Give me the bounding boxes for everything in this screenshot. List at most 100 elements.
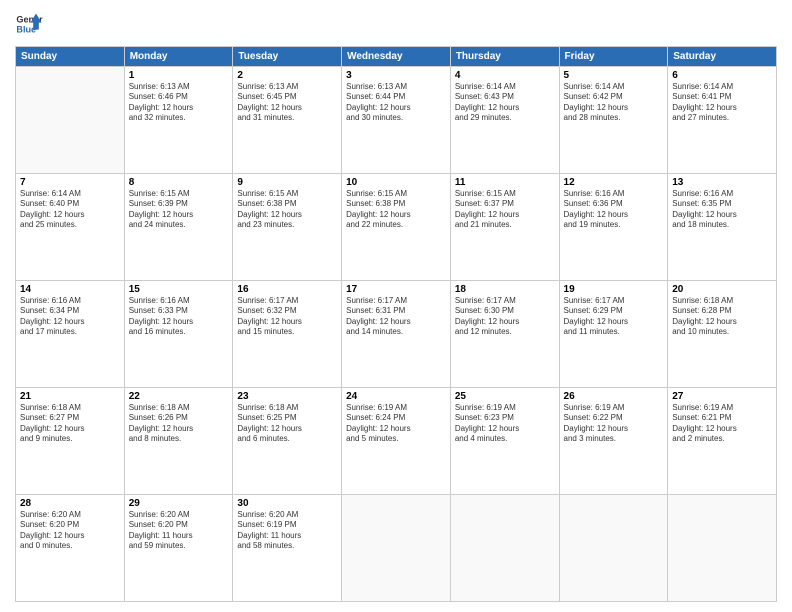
calendar-cell: 4Sunrise: 6:14 AM Sunset: 6:43 PM Daylig… bbox=[450, 67, 559, 174]
col-header-thursday: Thursday bbox=[450, 47, 559, 67]
cell-details: Sunrise: 6:16 AM Sunset: 6:33 PM Dayligh… bbox=[129, 296, 229, 338]
calendar-cell: 21Sunrise: 6:18 AM Sunset: 6:27 PM Dayli… bbox=[16, 388, 125, 495]
cell-details: Sunrise: 6:17 AM Sunset: 6:31 PM Dayligh… bbox=[346, 296, 446, 338]
cell-details: Sunrise: 6:16 AM Sunset: 6:35 PM Dayligh… bbox=[672, 189, 772, 231]
calendar-cell: 26Sunrise: 6:19 AM Sunset: 6:22 PM Dayli… bbox=[559, 388, 668, 495]
cell-details: Sunrise: 6:19 AM Sunset: 6:23 PM Dayligh… bbox=[455, 403, 555, 445]
cell-details: Sunrise: 6:19 AM Sunset: 6:24 PM Dayligh… bbox=[346, 403, 446, 445]
day-number: 10 bbox=[346, 177, 446, 188]
cell-details: Sunrise: 6:14 AM Sunset: 6:42 PM Dayligh… bbox=[564, 82, 664, 124]
cell-details: Sunrise: 6:19 AM Sunset: 6:21 PM Dayligh… bbox=[672, 403, 772, 445]
cell-details: Sunrise: 6:14 AM Sunset: 6:43 PM Dayligh… bbox=[455, 82, 555, 124]
calendar-cell: 18Sunrise: 6:17 AM Sunset: 6:30 PM Dayli… bbox=[450, 281, 559, 388]
col-header-monday: Monday bbox=[124, 47, 233, 67]
calendar-cell bbox=[342, 495, 451, 602]
cell-details: Sunrise: 6:19 AM Sunset: 6:22 PM Dayligh… bbox=[564, 403, 664, 445]
cell-details: Sunrise: 6:15 AM Sunset: 6:38 PM Dayligh… bbox=[346, 189, 446, 231]
day-number: 22 bbox=[129, 391, 229, 402]
cell-details: Sunrise: 6:20 AM Sunset: 6:19 PM Dayligh… bbox=[237, 510, 337, 552]
cell-details: Sunrise: 6:18 AM Sunset: 6:25 PM Dayligh… bbox=[237, 403, 337, 445]
day-number: 24 bbox=[346, 391, 446, 402]
day-number: 2 bbox=[237, 70, 337, 81]
day-number: 23 bbox=[237, 391, 337, 402]
calendar-week-row: 14Sunrise: 6:16 AM Sunset: 6:34 PM Dayli… bbox=[16, 281, 777, 388]
day-number: 9 bbox=[237, 177, 337, 188]
calendar-cell: 17Sunrise: 6:17 AM Sunset: 6:31 PM Dayli… bbox=[342, 281, 451, 388]
day-number: 11 bbox=[455, 177, 555, 188]
day-number: 26 bbox=[564, 391, 664, 402]
day-number: 4 bbox=[455, 70, 555, 81]
calendar-cell: 13Sunrise: 6:16 AM Sunset: 6:35 PM Dayli… bbox=[668, 174, 777, 281]
col-header-wednesday: Wednesday bbox=[342, 47, 451, 67]
day-number: 13 bbox=[672, 177, 772, 188]
col-header-tuesday: Tuesday bbox=[233, 47, 342, 67]
calendar-cell: 25Sunrise: 6:19 AM Sunset: 6:23 PM Dayli… bbox=[450, 388, 559, 495]
calendar-cell: 15Sunrise: 6:16 AM Sunset: 6:33 PM Dayli… bbox=[124, 281, 233, 388]
day-number: 5 bbox=[564, 70, 664, 81]
calendar-cell: 20Sunrise: 6:18 AM Sunset: 6:28 PM Dayli… bbox=[668, 281, 777, 388]
cell-details: Sunrise: 6:13 AM Sunset: 6:46 PM Dayligh… bbox=[129, 82, 229, 124]
day-number: 8 bbox=[129, 177, 229, 188]
calendar-week-row: 28Sunrise: 6:20 AM Sunset: 6:20 PM Dayli… bbox=[16, 495, 777, 602]
calendar-cell: 14Sunrise: 6:16 AM Sunset: 6:34 PM Dayli… bbox=[16, 281, 125, 388]
svg-text:Blue: Blue bbox=[16, 24, 36, 34]
calendar-week-row: 21Sunrise: 6:18 AM Sunset: 6:27 PM Dayli… bbox=[16, 388, 777, 495]
calendar-cell: 5Sunrise: 6:14 AM Sunset: 6:42 PM Daylig… bbox=[559, 67, 668, 174]
day-number: 12 bbox=[564, 177, 664, 188]
day-number: 15 bbox=[129, 284, 229, 295]
calendar-cell: 7Sunrise: 6:14 AM Sunset: 6:40 PM Daylig… bbox=[16, 174, 125, 281]
calendar-week-row: 7Sunrise: 6:14 AM Sunset: 6:40 PM Daylig… bbox=[16, 174, 777, 281]
calendar-cell: 23Sunrise: 6:18 AM Sunset: 6:25 PM Dayli… bbox=[233, 388, 342, 495]
cell-details: Sunrise: 6:16 AM Sunset: 6:36 PM Dayligh… bbox=[564, 189, 664, 231]
calendar-cell bbox=[559, 495, 668, 602]
calendar-week-row: 1Sunrise: 6:13 AM Sunset: 6:46 PM Daylig… bbox=[16, 67, 777, 174]
cell-details: Sunrise: 6:18 AM Sunset: 6:27 PM Dayligh… bbox=[20, 403, 120, 445]
cell-details: Sunrise: 6:18 AM Sunset: 6:26 PM Dayligh… bbox=[129, 403, 229, 445]
day-number: 1 bbox=[129, 70, 229, 81]
cell-details: Sunrise: 6:17 AM Sunset: 6:29 PM Dayligh… bbox=[564, 296, 664, 338]
cell-details: Sunrise: 6:20 AM Sunset: 6:20 PM Dayligh… bbox=[20, 510, 120, 552]
calendar-cell: 8Sunrise: 6:15 AM Sunset: 6:39 PM Daylig… bbox=[124, 174, 233, 281]
calendar-cell: 10Sunrise: 6:15 AM Sunset: 6:38 PM Dayli… bbox=[342, 174, 451, 281]
calendar-cell: 16Sunrise: 6:17 AM Sunset: 6:32 PM Dayli… bbox=[233, 281, 342, 388]
day-number: 16 bbox=[237, 284, 337, 295]
cell-details: Sunrise: 6:15 AM Sunset: 6:38 PM Dayligh… bbox=[237, 189, 337, 231]
col-header-saturday: Saturday bbox=[668, 47, 777, 67]
day-number: 20 bbox=[672, 284, 772, 295]
day-number: 14 bbox=[20, 284, 120, 295]
calendar-cell: 30Sunrise: 6:20 AM Sunset: 6:19 PM Dayli… bbox=[233, 495, 342, 602]
cell-details: Sunrise: 6:20 AM Sunset: 6:20 PM Dayligh… bbox=[129, 510, 229, 552]
cell-details: Sunrise: 6:15 AM Sunset: 6:39 PM Dayligh… bbox=[129, 189, 229, 231]
col-header-friday: Friday bbox=[559, 47, 668, 67]
cell-details: Sunrise: 6:18 AM Sunset: 6:28 PM Dayligh… bbox=[672, 296, 772, 338]
cell-details: Sunrise: 6:13 AM Sunset: 6:44 PM Dayligh… bbox=[346, 82, 446, 124]
day-number: 17 bbox=[346, 284, 446, 295]
calendar-cell: 6Sunrise: 6:14 AM Sunset: 6:41 PM Daylig… bbox=[668, 67, 777, 174]
calendar-cell: 11Sunrise: 6:15 AM Sunset: 6:37 PM Dayli… bbox=[450, 174, 559, 281]
day-number: 19 bbox=[564, 284, 664, 295]
cell-details: Sunrise: 6:13 AM Sunset: 6:45 PM Dayligh… bbox=[237, 82, 337, 124]
cell-details: Sunrise: 6:15 AM Sunset: 6:37 PM Dayligh… bbox=[455, 189, 555, 231]
calendar-cell: 24Sunrise: 6:19 AM Sunset: 6:24 PM Dayli… bbox=[342, 388, 451, 495]
calendar-cell: 27Sunrise: 6:19 AM Sunset: 6:21 PM Dayli… bbox=[668, 388, 777, 495]
calendar-cell: 3Sunrise: 6:13 AM Sunset: 6:44 PM Daylig… bbox=[342, 67, 451, 174]
logo: General Blue bbox=[15, 10, 47, 38]
day-number: 3 bbox=[346, 70, 446, 81]
calendar-cell: 1Sunrise: 6:13 AM Sunset: 6:46 PM Daylig… bbox=[124, 67, 233, 174]
day-number: 25 bbox=[455, 391, 555, 402]
cell-details: Sunrise: 6:14 AM Sunset: 6:40 PM Dayligh… bbox=[20, 189, 120, 231]
calendar-cell: 2Sunrise: 6:13 AM Sunset: 6:45 PM Daylig… bbox=[233, 67, 342, 174]
logo-icon: General Blue bbox=[15, 10, 43, 38]
day-number: 6 bbox=[672, 70, 772, 81]
calendar-cell: 29Sunrise: 6:20 AM Sunset: 6:20 PM Dayli… bbox=[124, 495, 233, 602]
calendar-cell: 28Sunrise: 6:20 AM Sunset: 6:20 PM Dayli… bbox=[16, 495, 125, 602]
day-number: 21 bbox=[20, 391, 120, 402]
day-number: 28 bbox=[20, 498, 120, 509]
cell-details: Sunrise: 6:17 AM Sunset: 6:30 PM Dayligh… bbox=[455, 296, 555, 338]
cell-details: Sunrise: 6:17 AM Sunset: 6:32 PM Dayligh… bbox=[237, 296, 337, 338]
calendar-cell bbox=[668, 495, 777, 602]
day-number: 29 bbox=[129, 498, 229, 509]
day-number: 7 bbox=[20, 177, 120, 188]
calendar-cell: 22Sunrise: 6:18 AM Sunset: 6:26 PM Dayli… bbox=[124, 388, 233, 495]
calendar-cell bbox=[16, 67, 125, 174]
